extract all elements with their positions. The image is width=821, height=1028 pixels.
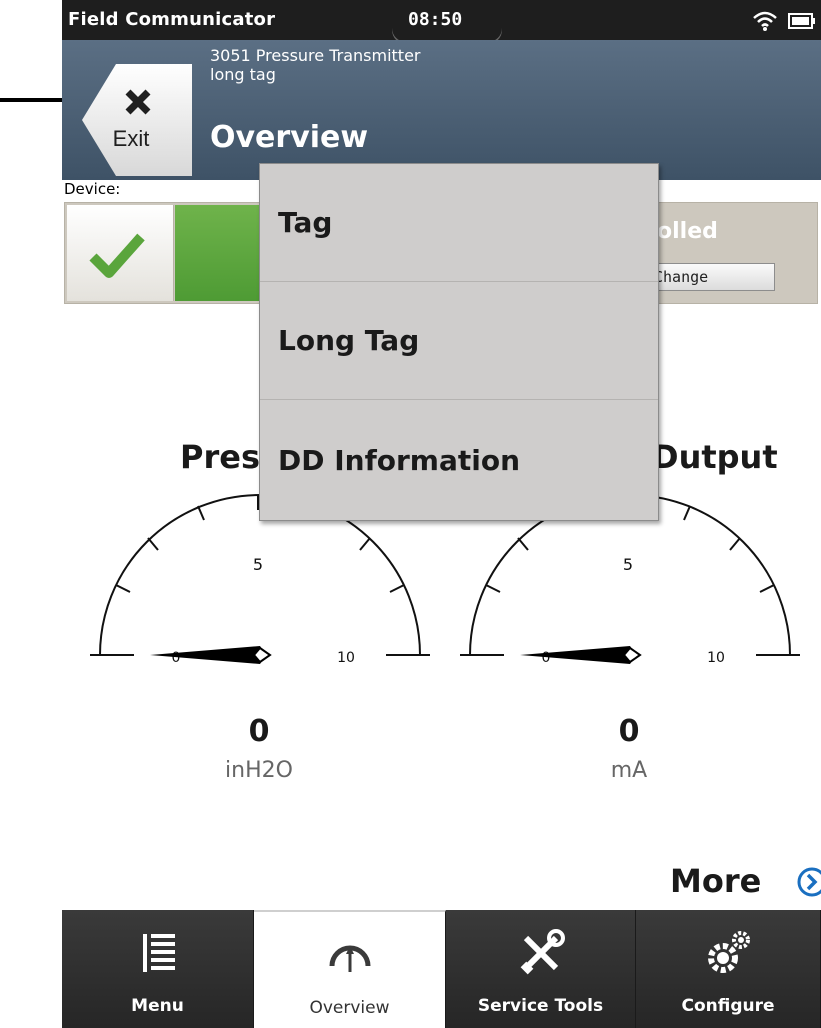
exit-label: Exit xyxy=(112,126,150,151)
tab-overview[interactable]: Overview xyxy=(254,910,446,1028)
tab-overview-label: Overview xyxy=(309,998,390,1018)
battery-icon xyxy=(788,13,815,29)
status-time: 08:50 xyxy=(408,9,463,30)
header-bar: Exit 3051 Pressure Transmitter long tag … xyxy=(62,40,821,180)
tab-menu[interactable]: Menu xyxy=(62,910,254,1028)
device-tag: long tag xyxy=(210,65,276,84)
popup-menu: Tag Long Tag DD Information xyxy=(259,163,659,521)
tab-configure-label: Configure xyxy=(681,996,775,1016)
gauge-1-tick-min: 0 xyxy=(172,650,181,666)
tab-configure[interactable]: Configure xyxy=(636,910,821,1028)
polling-status: olled xyxy=(657,219,718,244)
tab-service-tools[interactable]: Service Tools xyxy=(446,910,636,1028)
page-title: Overview xyxy=(210,120,369,155)
menu-item-dd-information-label: DD Information xyxy=(278,444,521,477)
menu-list-icon xyxy=(142,934,175,972)
checkmark-icon xyxy=(89,233,145,278)
pressure-value: 0 xyxy=(248,714,270,749)
gauge-1-tick-mid: 5 xyxy=(253,555,263,574)
gears-icon xyxy=(708,931,750,973)
change-button[interactable]: Change xyxy=(645,263,775,291)
exit-button[interactable] xyxy=(82,64,192,176)
bottom-tab-bar: Menu Overview Service Tools Configure xyxy=(62,910,821,1028)
pressure-unit: inH2O xyxy=(225,758,293,783)
device-name: 3051 Pressure Transmitter xyxy=(210,46,421,65)
gauge-title-output: Dutput xyxy=(652,438,778,476)
gauge-2-tick-mid: 5 xyxy=(623,555,633,574)
tab-service-tools-label: Service Tools xyxy=(477,996,604,1016)
menu-item-dd-information[interactable]: DD Information xyxy=(260,400,658,518)
menu-item-tag[interactable]: Tag xyxy=(260,164,658,282)
gauge-2-needle xyxy=(520,646,642,664)
wifi-icon xyxy=(753,11,777,31)
tools-icon xyxy=(520,929,565,975)
output-value: 0 xyxy=(618,714,640,749)
chevron-circle-right-icon xyxy=(797,867,821,897)
more-label: More xyxy=(670,862,762,900)
app-name: Field Communicator xyxy=(68,9,276,30)
gauge-1-tick-max: 10 xyxy=(337,650,355,666)
menu-item-long-tag[interactable]: Long Tag xyxy=(260,282,658,400)
device-screen: Field Communicator 08:50 Exit 3051 Press… xyxy=(62,0,821,1028)
check-cell xyxy=(67,205,174,301)
status-bar: Field Communicator 08:50 xyxy=(62,0,821,42)
output-unit: mA xyxy=(610,758,648,783)
gauge-2-tick-max: 10 xyxy=(707,650,725,666)
gauge-icon xyxy=(329,945,370,972)
device-label: Device: xyxy=(64,180,121,198)
gauge-1-needle xyxy=(150,646,272,664)
gauge-2-tick-min: 0 xyxy=(542,650,551,666)
gauge-title-pressure: Pres xyxy=(180,438,260,476)
menu-item-tag-label: Tag xyxy=(278,206,333,239)
tab-menu-label: Menu xyxy=(131,996,184,1016)
menu-item-long-tag-label: Long Tag xyxy=(278,324,420,357)
